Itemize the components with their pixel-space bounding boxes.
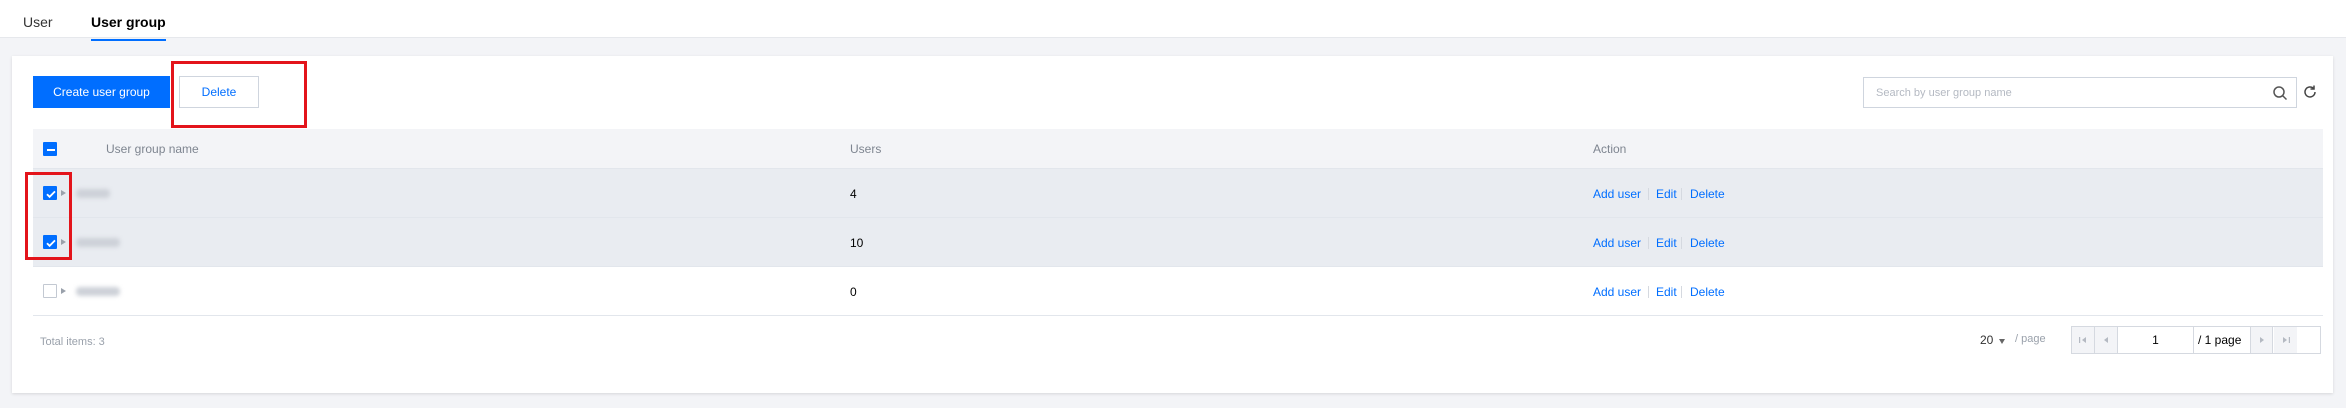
users-count: 4 xyxy=(850,187,857,201)
row-checkbox[interactable] xyxy=(43,284,57,298)
group-name-redacted xyxy=(76,238,120,247)
users-count: 0 xyxy=(850,285,857,299)
table-row: 4 Add user Edit Delete xyxy=(33,169,2323,218)
total-items: Total items: 3 xyxy=(40,336,105,348)
last-page-icon[interactable] xyxy=(2274,327,2297,353)
divider xyxy=(1648,237,1649,249)
add-user-link[interactable]: Add user xyxy=(1593,285,1641,299)
add-user-link[interactable]: Add user xyxy=(1593,187,1641,201)
chevron-down-icon[interactable] xyxy=(1999,339,2005,344)
pagination: / 1 page xyxy=(2071,326,2321,354)
column-header-users: Users xyxy=(850,142,882,156)
tab-user-group[interactable]: User group xyxy=(91,14,166,41)
divider xyxy=(1681,286,1682,298)
annotation-highlight-checkboxes xyxy=(25,172,72,260)
edit-link[interactable]: Edit xyxy=(1656,285,1677,299)
per-page-label: / page xyxy=(2015,333,2046,345)
divider xyxy=(1681,188,1682,200)
divider xyxy=(1648,188,1649,200)
first-page-icon[interactable] xyxy=(2072,327,2095,353)
edit-link[interactable]: Edit xyxy=(1656,236,1677,250)
search-input[interactable] xyxy=(1864,78,2264,107)
add-user-link[interactable]: Add user xyxy=(1593,236,1641,250)
tab-user[interactable]: User xyxy=(23,14,53,39)
column-header-action: Action xyxy=(1593,142,1627,156)
next-page-icon[interactable] xyxy=(2250,327,2273,353)
edit-link[interactable]: Edit xyxy=(1656,187,1677,201)
table-row: 10 Add user Edit Delete xyxy=(33,218,2323,267)
expand-caret-icon[interactable] xyxy=(61,288,66,294)
divider xyxy=(1648,286,1649,298)
annotation-highlight-delete xyxy=(171,61,307,128)
page-size-select[interactable]: 20 xyxy=(1980,333,1993,347)
create-user-group-button[interactable]: Create user group xyxy=(33,76,170,108)
delete-link[interactable]: Delete xyxy=(1690,236,1725,250)
table-header: User group name Users Action xyxy=(33,129,2323,169)
search-box xyxy=(1863,77,2297,108)
table-row: 0 Add user Edit Delete xyxy=(33,267,2323,316)
users-count: 10 xyxy=(850,236,864,250)
user-group-panel: Create user group Delete User group name… xyxy=(12,56,2333,393)
page-number-input[interactable] xyxy=(2118,327,2194,353)
column-header-name: User group name xyxy=(106,142,199,156)
group-name-redacted xyxy=(76,189,110,198)
delete-link[interactable]: Delete xyxy=(1690,285,1725,299)
divider xyxy=(1681,237,1682,249)
tab-bar: User User group xyxy=(0,0,2346,41)
prev-page-icon[interactable] xyxy=(2095,327,2118,353)
page-total: / 1 page xyxy=(2198,333,2242,347)
select-all-checkbox[interactable] xyxy=(43,142,57,156)
delete-link[interactable]: Delete xyxy=(1690,187,1725,201)
refresh-icon[interactable] xyxy=(2301,83,2319,101)
group-name-redacted xyxy=(76,287,120,296)
search-icon[interactable] xyxy=(2272,85,2288,101)
